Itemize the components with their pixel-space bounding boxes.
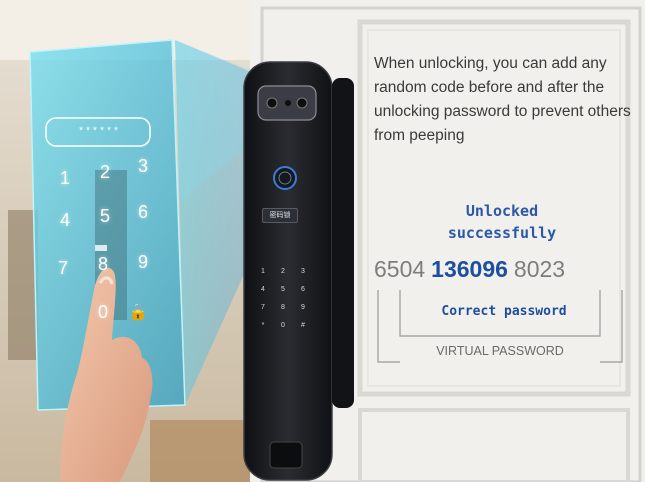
product-image: ****** 1234567890 🔒 密码锁 1 2 3 4 5 6 7 8 9 * 0 # Whe… — [0, 0, 645, 482]
virtual-bracket-right — [600, 290, 623, 363]
virtual-password-label: VIRTUAL PASSWORD — [436, 344, 564, 358]
virtual-bracket-left — [377, 290, 400, 363]
correct-password-label: Correct password — [441, 304, 567, 319]
bracket-lines — [377, 290, 623, 363]
